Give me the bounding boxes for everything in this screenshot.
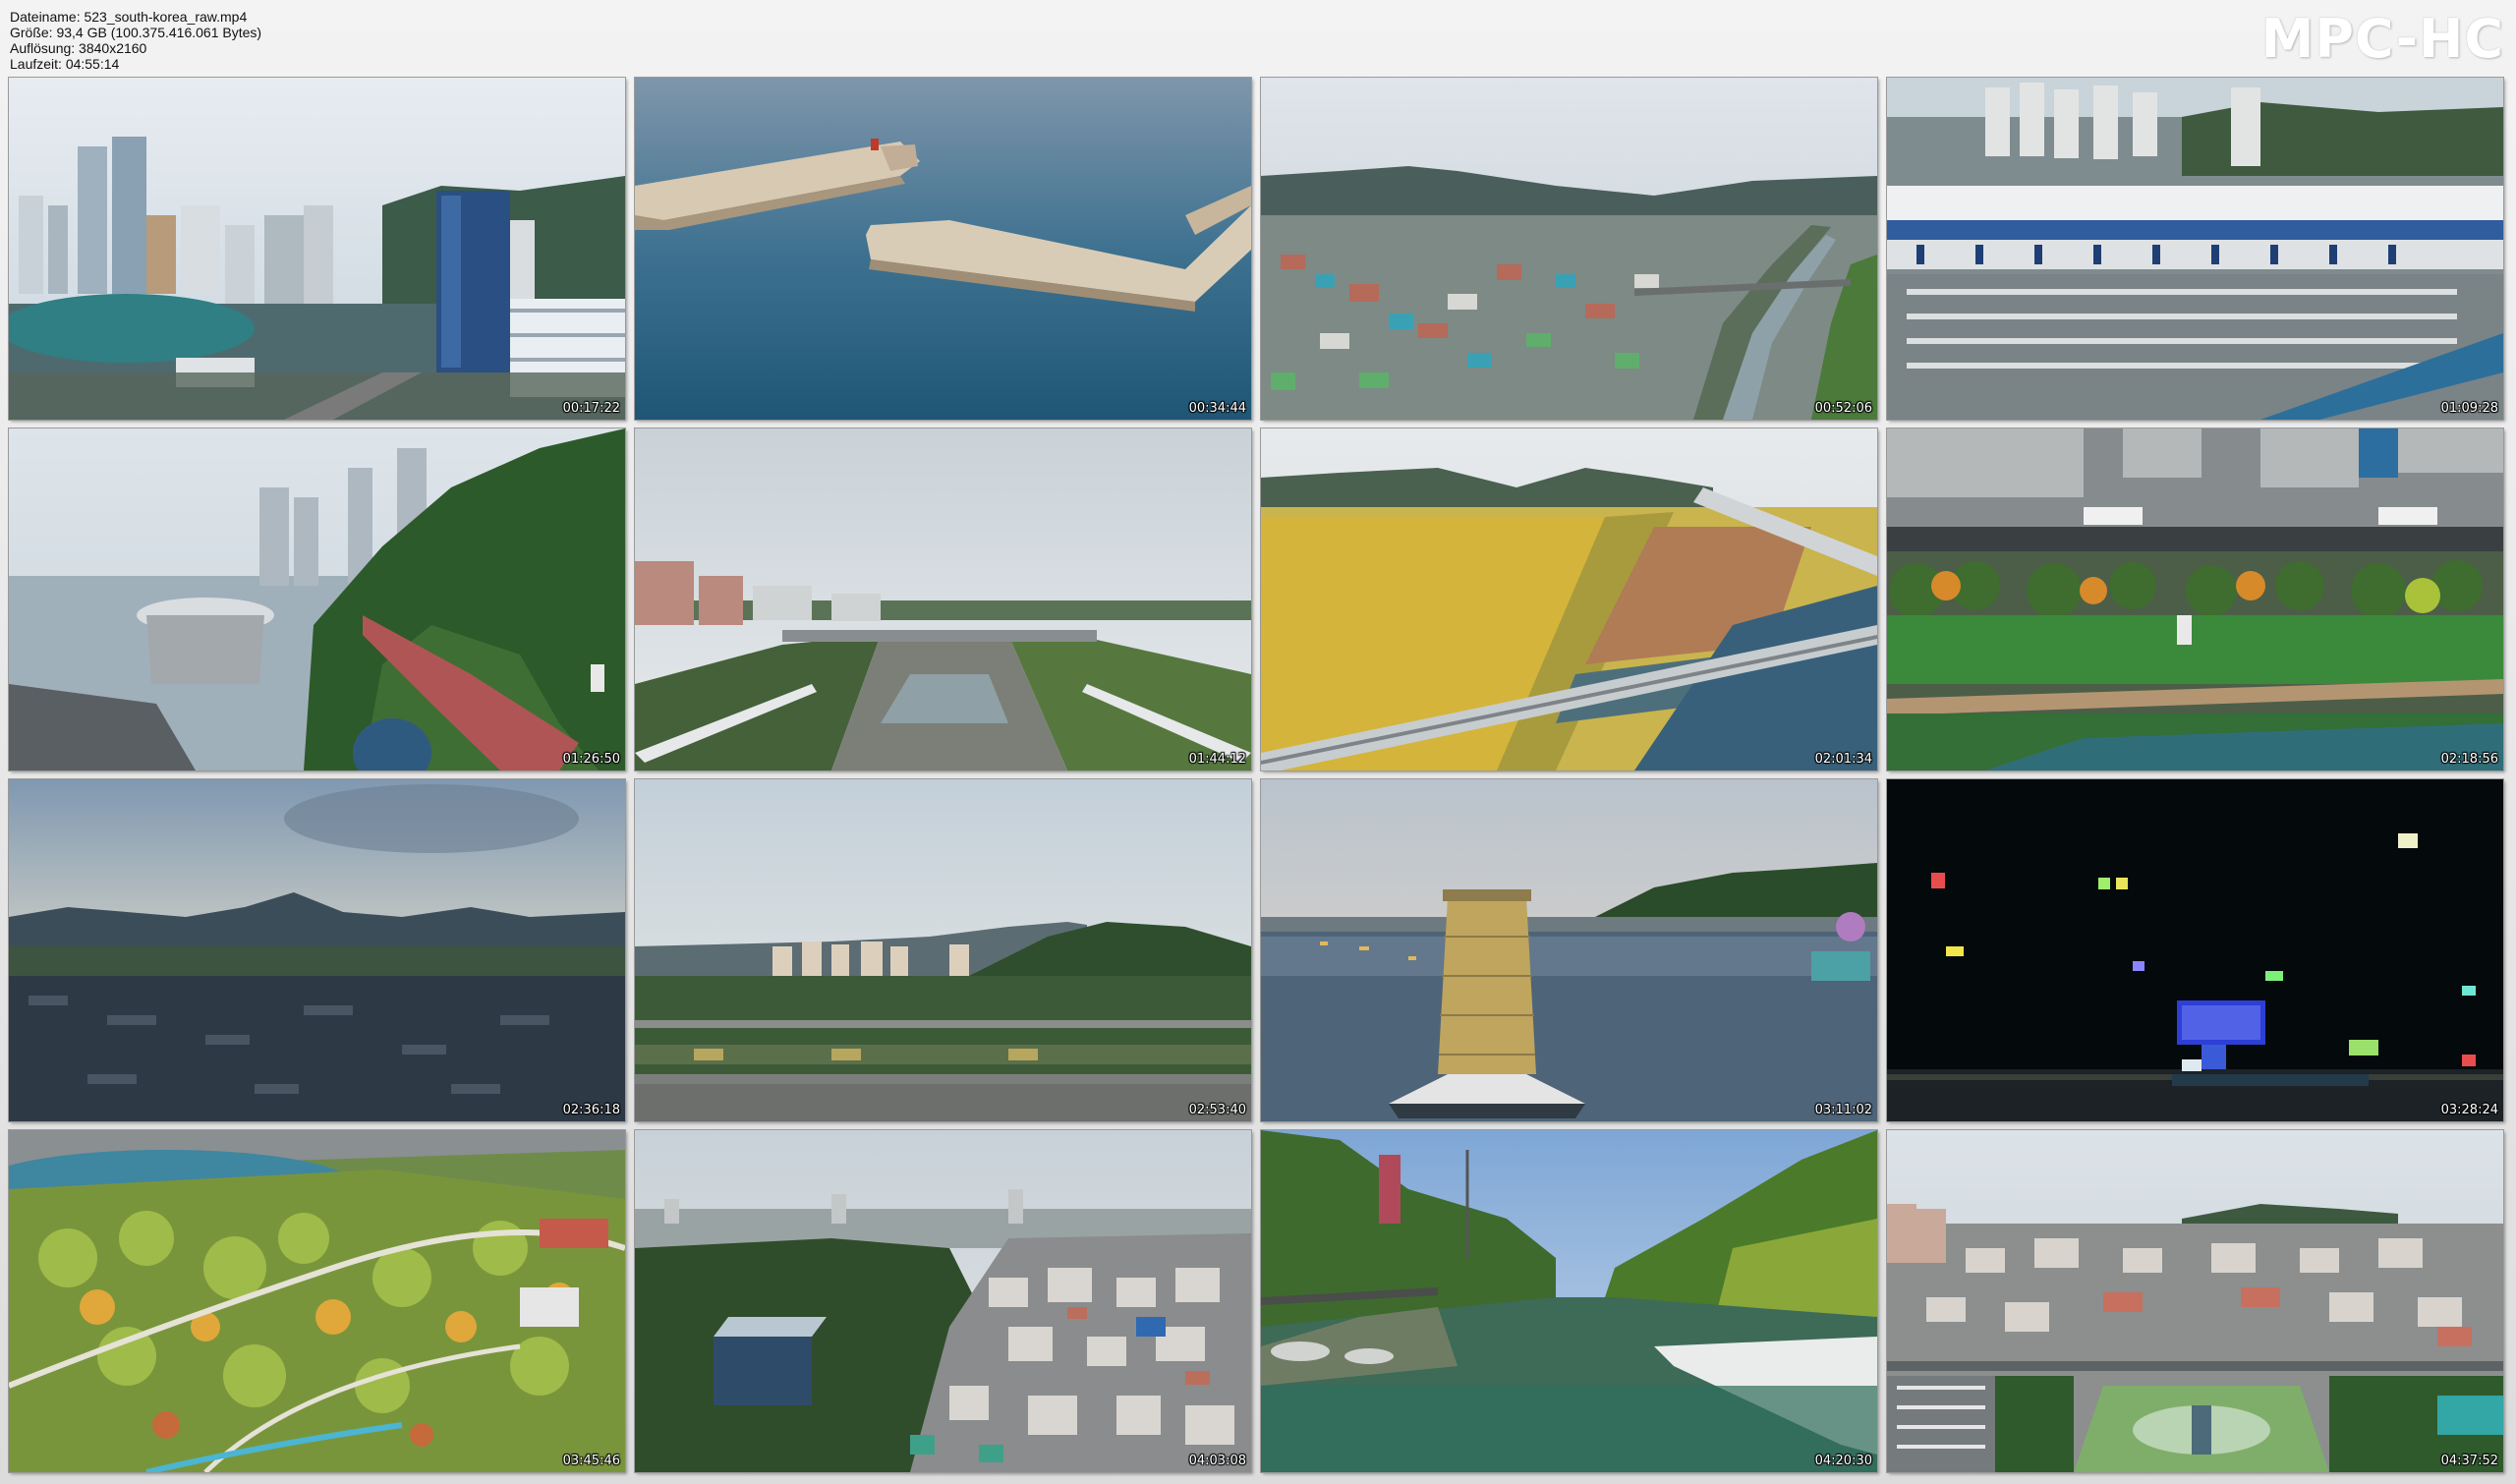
thumbnail-11[interactable]: 03:11:02: [1261, 779, 1877, 1121]
file-info: Dateiname: 523_south-korea_raw.mp4 Größe…: [10, 9, 261, 72]
timestamp: 03:28:24: [2440, 1103, 2498, 1117]
thumbnail-15[interactable]: 04:20:30: [1261, 1130, 1877, 1472]
scene-image: [635, 428, 1251, 771]
scene-image: [1887, 779, 2503, 1121]
thumbnail-2[interactable]: 00:34:44: [635, 78, 1251, 420]
scene-image: [9, 428, 625, 771]
scene-image: [1261, 1130, 1877, 1472]
timestamp: 02:53:40: [1188, 1103, 1246, 1117]
thumbnail-16[interactable]: 04:37:52: [1887, 1130, 2503, 1472]
file-resolution: Auflösung: 3840x2160: [10, 40, 147, 56]
timestamp: 03:45:46: [562, 1454, 620, 1468]
scene-image: [9, 78, 625, 420]
thumbnail-5[interactable]: 01:26:50: [9, 428, 625, 771]
timestamp: 03:11:02: [1814, 1103, 1872, 1117]
thumbnail-12[interactable]: 03:28:24: [1887, 779, 2503, 1121]
scene-image: [9, 1130, 625, 1472]
timestamp: 02:36:18: [562, 1103, 620, 1117]
scene-image: [635, 779, 1251, 1121]
timestamp: 04:03:08: [1188, 1454, 1246, 1468]
scene-image: [1261, 428, 1877, 771]
scene-image: [1887, 1130, 2503, 1472]
thumbnail-1[interactable]: 00:17:22: [9, 78, 625, 420]
scene-image: [1261, 78, 1877, 420]
timestamp: 00:34:44: [1188, 401, 1246, 416]
thumbnail-14[interactable]: 04:03:08: [635, 1130, 1251, 1472]
thumbnail-3[interactable]: 00:52:06: [1261, 78, 1877, 420]
scene-image: [1887, 78, 2503, 420]
thumbnail-10[interactable]: 02:53:40: [635, 779, 1251, 1121]
timestamp: 02:01:34: [1814, 752, 1872, 767]
timestamp: 00:17:22: [562, 401, 620, 416]
thumbnail-8[interactable]: 02:18:56: [1887, 428, 2503, 771]
file-duration: Laufzeit: 04:55:14: [10, 56, 120, 72]
thumbnail-grid: 00:17:22 00:34:44 00:52:06 01:09:28 01:2…: [9, 78, 2506, 1473]
thumbnail-7[interactable]: 02:01:34: [1261, 428, 1877, 771]
file-name: Dateiname: 523_south-korea_raw.mp4: [10, 9, 248, 25]
thumbnail-4[interactable]: 01:09:28: [1887, 78, 2503, 420]
thumbnail-13[interactable]: 03:45:46: [9, 1130, 625, 1472]
scene-image: [1887, 428, 2503, 771]
thumbnail-9[interactable]: 02:36:18: [9, 779, 625, 1121]
timestamp: 01:44:12: [1188, 752, 1246, 767]
timestamp: 04:37:52: [2440, 1454, 2498, 1468]
timestamp: 02:18:56: [2440, 752, 2498, 767]
timestamp: 01:26:50: [562, 752, 620, 767]
timestamp: 04:20:30: [1814, 1454, 1872, 1468]
file-size: Größe: 93,4 GB (100.375.416.061 Bytes): [10, 25, 262, 40]
scene-image: [9, 779, 625, 1121]
scene-image: [635, 1130, 1251, 1472]
timestamp: 01:09:28: [2440, 401, 2498, 416]
mpc-hc-logo: MPC-HC: [2260, 8, 2504, 70]
timestamp: 00:52:06: [1814, 401, 1872, 416]
thumbnail-6[interactable]: 01:44:12: [635, 428, 1251, 771]
scene-image: [635, 78, 1251, 420]
scene-image: [1261, 779, 1877, 1121]
